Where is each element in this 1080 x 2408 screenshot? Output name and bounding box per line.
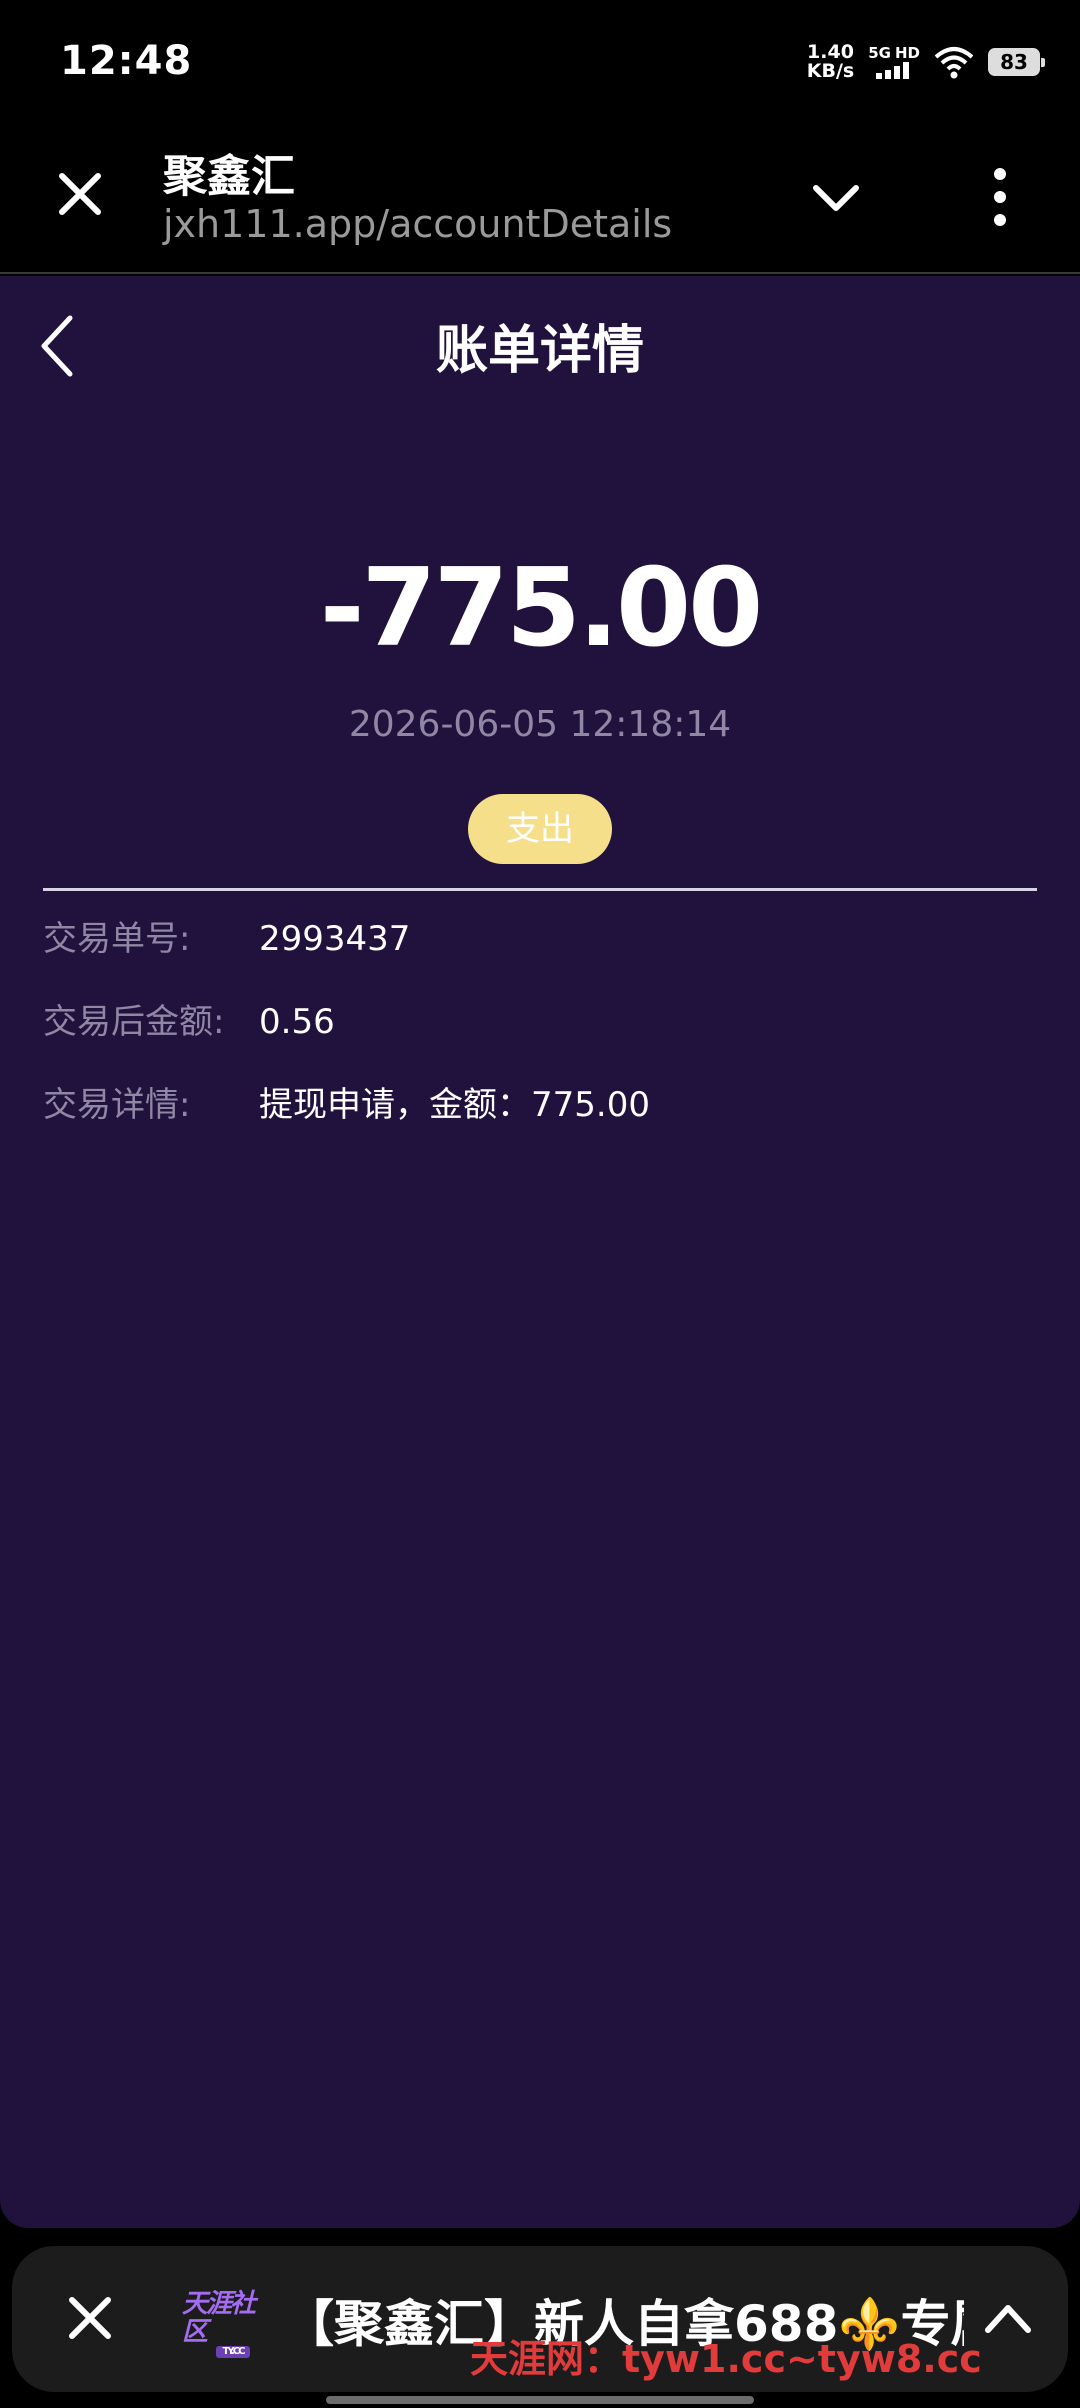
site-logo: 天涯社区 TY.CC [182, 2289, 262, 2358]
more-vert-icon[interactable] [980, 162, 1020, 232]
detail-label: 交易后金额: [43, 1002, 225, 1042]
page-title: 账单详情 [435, 321, 644, 381]
network-speed-unit: KB/s [806, 60, 855, 82]
network-hd-label: HD [894, 44, 920, 62]
chevron-up-icon[interactable] [978, 2292, 1038, 2344]
detail-value: 0.56 [259, 1002, 335, 1042]
site-logo-text: 天涯社区 [182, 2289, 256, 2347]
network-type: 5G HD [868, 45, 920, 79]
wifi-icon [934, 47, 974, 79]
browser-url[interactable]: jxh111.app/accountDetails [163, 202, 672, 246]
detail-row-order-number: 交易单号: 2993437 [43, 914, 1037, 964]
transaction-amount: -775.00 [319, 546, 764, 671]
home-indicator[interactable] [326, 2396, 754, 2404]
chevron-down-icon[interactable] [808, 174, 864, 224]
transaction-type-badge: 支出 [468, 794, 612, 864]
detail-value: 2993437 [259, 919, 411, 959]
detail-row-balance-after: 交易后金额: 0.56 [43, 997, 1037, 1047]
battery-icon: 83 [988, 48, 1045, 76]
browser-toolbar: 聚鑫汇 jxh111.app/accountDetails [0, 124, 1080, 274]
detail-value: 提现申请，金额：775.00 [259, 1085, 650, 1125]
status-indicators: 1.40 KB/s 5G HD 83 [807, 40, 1045, 84]
watermark-text: 天涯网：tyw1.cc~tyw8.cc [470, 2337, 982, 2381]
transaction-datetime: 2026-06-05 12:18:14 [348, 704, 732, 745]
status-bar: 12:48 1.40 KB/s 5G HD 83 [0, 0, 1080, 124]
status-time: 12:48 [60, 38, 193, 84]
detail-row-description: 交易详情: 提现申请，金额：775.00 [43, 1080, 1037, 1130]
account-details-page: 账单详情 -775.00 2026-06-05 12:18:14 支出 交易单号… [0, 276, 1080, 2228]
network-type-label: 5G [868, 44, 891, 62]
close-icon[interactable] [50, 164, 110, 224]
divider [43, 888, 1037, 891]
close-icon[interactable] [60, 2288, 120, 2348]
browser-page-title: 聚鑫汇 [163, 151, 295, 202]
network-speed: 1.40 KB/s [807, 43, 854, 81]
signal-icon [876, 62, 910, 79]
detail-label: 交易详情: [43, 1085, 191, 1125]
detail-label: 交易单号: [43, 919, 191, 959]
site-logo-badge: TY.CC [216, 2346, 250, 2358]
